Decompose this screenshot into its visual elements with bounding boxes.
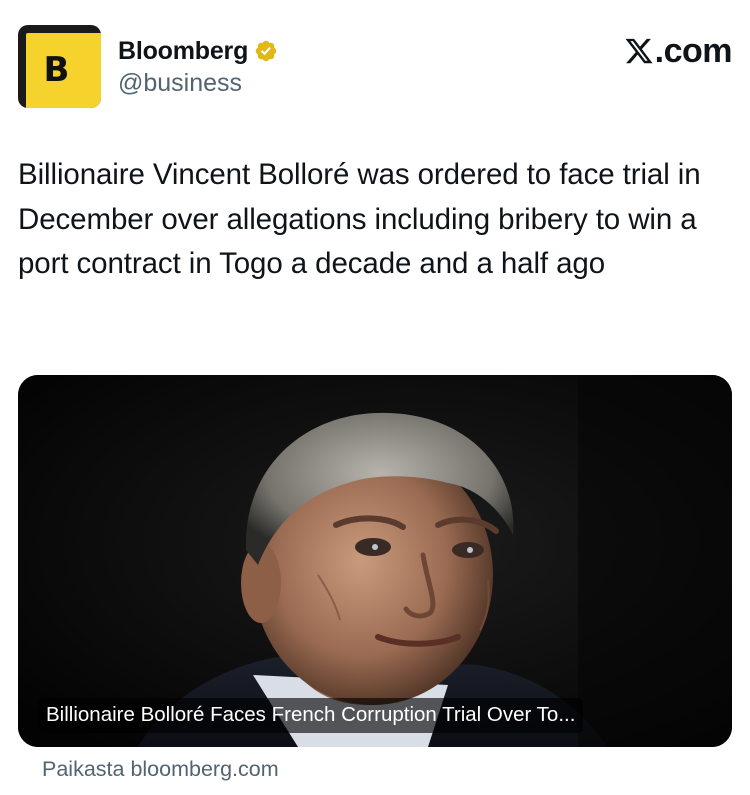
- source-domain[interactable]: bloomberg.com: [130, 757, 278, 781]
- avatar-badge: B: [26, 33, 101, 108]
- verified-badge-icon: [255, 40, 277, 62]
- source-prefix: Paikasta: [42, 757, 125, 781]
- x-com-logo: .com: [624, 31, 733, 71]
- avatar-letter: B: [43, 49, 70, 90]
- tweet-text: Billionaire Vincent Bolloré was ordered …: [18, 158, 701, 280]
- card-caption: Billionaire Bolloré Faces French Corrupt…: [38, 698, 584, 733]
- x-logo-icon: [625, 38, 653, 64]
- link-card[interactable]: Billionaire Bolloré Faces French Corrupt…: [18, 375, 732, 747]
- portrait-photo: [18, 375, 732, 747]
- tweet-header: B Bloomberg @business .com: [18, 25, 733, 109]
- account-name[interactable]: Bloomberg: [118, 37, 248, 66]
- name-row: Bloomberg: [118, 33, 278, 69]
- account-handle[interactable]: @business: [118, 69, 278, 98]
- account-info: Bloomberg @business: [118, 33, 278, 98]
- x-com-text: .com: [654, 31, 733, 70]
- source-link[interactable]: Paikasta bloomberg.com: [42, 757, 279, 782]
- avatar[interactable]: B: [18, 25, 101, 108]
